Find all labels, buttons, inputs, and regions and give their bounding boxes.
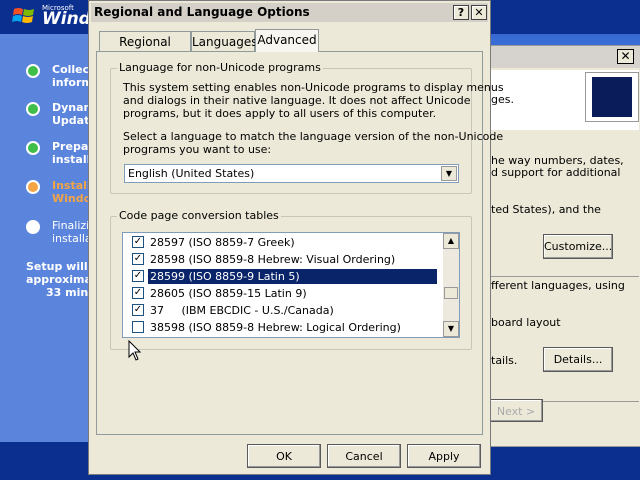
step-current-icon [26, 180, 40, 194]
bg-text-line: tails. [491, 354, 518, 367]
description-text: This system setting enables non-Unicode … [123, 81, 504, 120]
list-item[interactable]: ✓ 28599 (ISO 8859-9 Latin 5) [123, 268, 442, 285]
tab-languages[interactable]: Languages [191, 31, 257, 51]
bg-text-line: ted States), and the [491, 203, 601, 216]
windows-flag-icon [12, 8, 34, 23]
list-item-label: 38598 (ISO 8859-8 Hebrew: Logical Orderi… [150, 321, 401, 334]
language-prompt-text: Select a language to match the language … [123, 130, 504, 156]
checkbox[interactable]: ✓ [132, 287, 144, 299]
scroll-down-icon[interactable]: ▼ [443, 321, 459, 337]
code-page-list[interactable]: ✓ 28597 (ISO 8859-7 Greek) ✓ 28598 (ISO … [122, 232, 460, 338]
regional-settings-icon [585, 72, 639, 122]
mouse-cursor-icon [128, 340, 142, 361]
cancel-button[interactable]: Cancel [327, 444, 401, 468]
list-item-label: 28605 (ISO 8859-15 Latin 9) [150, 287, 307, 300]
background-dialog: ✕ ges. he way numbers, dates, d support … [489, 45, 640, 447]
checkbox[interactable]: ✓ [132, 270, 144, 282]
group-label: Code page conversion tables [117, 209, 281, 222]
scrollbar-thumb[interactable] [444, 287, 458, 299]
regional-language-dialog: Regional and Language Options ? ✕ Region… [88, 0, 504, 475]
checkbox[interactable]: ✓ [132, 304, 144, 316]
next-button[interactable]: Next > [489, 399, 543, 422]
close-button[interactable]: ✕ [617, 49, 634, 64]
step-done-icon [26, 64, 40, 78]
dialog-titlebar: Regional and Language Options ? ✕ [91, 3, 488, 22]
setup-steps-panel: Collect inform Dynam Update Prepar installa… [0, 34, 100, 480]
language-select[interactable]: English (United States) ▼ [124, 164, 459, 183]
details-button[interactable]: Details... [543, 347, 613, 372]
list-item[interactable]: ✓ 37 (IBM EBCDIC - U.S./Canada) [123, 302, 442, 319]
list-item-label: 37 (IBM EBCDIC - U.S./Canada) [150, 304, 334, 317]
list-item-label: 28598 (ISO 8859-8 Hebrew: Visual Orderin… [150, 253, 396, 266]
list-item[interactable]: ✓ 28598 (ISO 8859-8 Hebrew: Visual Order… [123, 251, 442, 268]
list-item[interactable]: 38598 (ISO 8859-8 Hebrew: Logical Orderi… [123, 319, 442, 336]
globe-icon [592, 77, 632, 117]
selected-language: English (United States) [128, 167, 255, 180]
dialog-title: Regional and Language Options [94, 5, 310, 19]
group-label: Language for non-Unicode programs [117, 61, 323, 74]
tab-regional-options[interactable]: Regional Options [99, 31, 191, 69]
help-button[interactable]: ? [453, 5, 469, 20]
checkbox[interactable]: ✓ [132, 253, 144, 265]
checkbox[interactable]: ✓ [132, 236, 144, 248]
list-item[interactable]: ✓ 28605 (ISO 8859-15 Latin 9) [123, 285, 442, 302]
scrollbar[interactable]: ▲ ▼ [443, 233, 459, 337]
ok-button[interactable]: OK [247, 444, 321, 468]
scroll-up-icon[interactable]: ▲ [443, 233, 459, 249]
bg-text-line: fferent languages, using [491, 279, 625, 292]
divider [491, 276, 639, 277]
step-done-icon [26, 102, 40, 116]
list-item[interactable]: ✓ 28597 (ISO 8859-7 Greek) [123, 234, 442, 251]
step-done-icon [26, 141, 40, 155]
bg-text-line: d support for additional [491, 166, 621, 179]
tab-advanced[interactable]: Advanced [255, 29, 319, 52]
list-item-label: 28597 (ISO 8859-7 Greek) [150, 236, 295, 249]
close-button[interactable]: ✕ [471, 5, 487, 20]
list-item-label: 28599 (ISO 8859-9 Latin 5) [148, 269, 437, 284]
chevron-down-icon[interactable]: ▼ [441, 166, 457, 181]
bg-text-line: board layout [491, 316, 561, 329]
customize-button[interactable]: Customize... [543, 234, 613, 259]
step-pending-icon [26, 220, 40, 234]
apply-button[interactable]: Apply [407, 444, 481, 468]
checkbox[interactable] [132, 321, 144, 333]
